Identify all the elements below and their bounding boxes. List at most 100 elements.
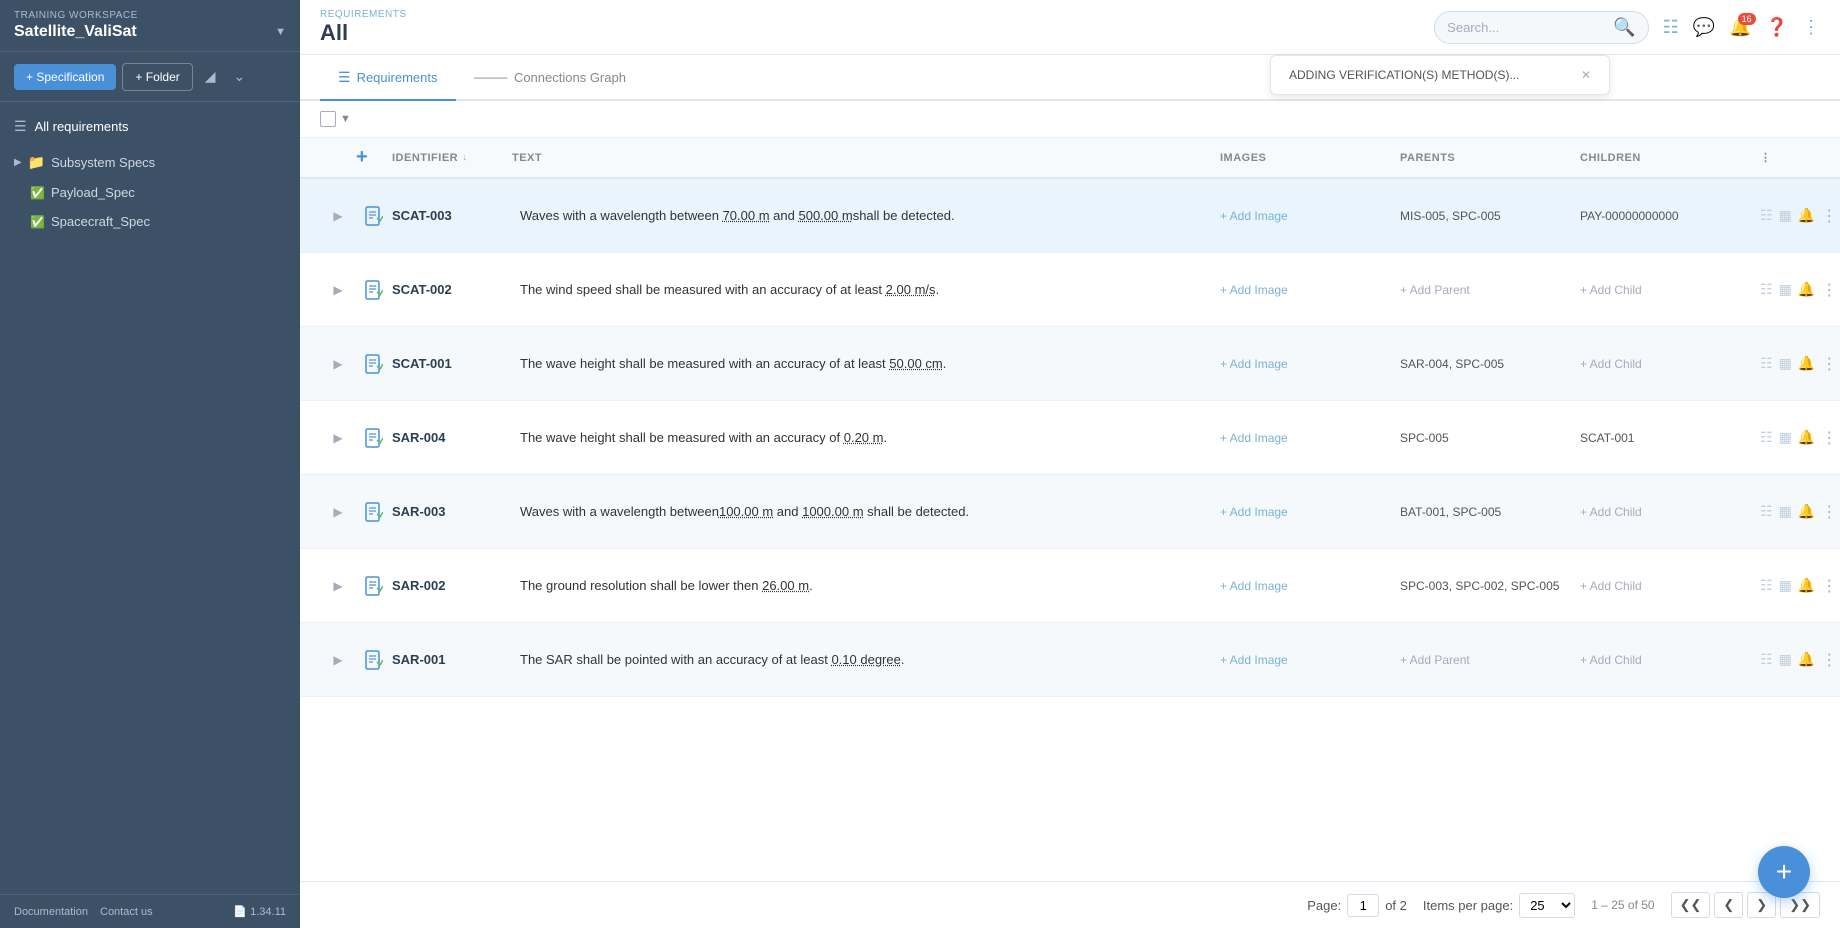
requirements-action-icon[interactable]: ☷ xyxy=(1760,577,1773,594)
requirements-action-icon[interactable]: ☷ xyxy=(1760,429,1773,446)
workspace-chevron-icon[interactable]: ▼ xyxy=(275,26,286,38)
menu-icon: ☰ xyxy=(14,118,27,135)
chat-icon[interactable]: 💬 xyxy=(1693,17,1715,38)
col-children-header: CHILDREN xyxy=(1580,152,1760,164)
sort-button[interactable]: ⌄ xyxy=(228,62,252,91)
more-action-icon[interactable]: ⋮ xyxy=(1821,206,1837,226)
filter-button[interactable]: ◢ xyxy=(199,62,222,91)
add-folder-button[interactable]: + Folder xyxy=(122,63,192,91)
row-images-scat003[interactable]: + Add Image xyxy=(1220,209,1400,223)
requirements-action-icon[interactable]: ☷ xyxy=(1760,355,1773,372)
row-images-scat002[interactable]: + Add Image xyxy=(1220,283,1400,297)
prev-page-button[interactable]: ❮ xyxy=(1714,892,1743,918)
row-images-sar001[interactable]: + Add Image xyxy=(1220,653,1400,667)
bell-action-icon[interactable]: 🔔 xyxy=(1798,207,1815,224)
row-images-scat001[interactable]: + Add Image xyxy=(1220,357,1400,371)
table-row: ▶ SAR-003 Waves with a wavelength betwee… xyxy=(300,475,1840,549)
sidebar-header: TRAINING WORKSPACE Satellite_ValiSat ▼ xyxy=(0,0,300,52)
search-input[interactable] xyxy=(1447,20,1607,35)
sort-identifier-icon[interactable]: ↓ xyxy=(462,152,468,163)
sidebar-item-payload-spec[interactable]: ✅ Payload_Spec xyxy=(0,178,300,207)
row-children-scat002[interactable]: + Add Child xyxy=(1580,283,1760,297)
connections-tab-icon: ⸻ xyxy=(474,67,508,87)
select-all-checkbox[interactable] xyxy=(320,111,336,127)
clone-action-icon[interactable]: ▦ xyxy=(1779,355,1792,372)
requirements-action-icon[interactable]: ☷ xyxy=(1760,281,1773,298)
row-children-sar001[interactable]: + Add Child xyxy=(1580,653,1760,667)
clone-action-icon[interactable]: ▦ xyxy=(1779,207,1792,224)
table-area: ▼ + IDENTIFIER ↓ TEXT IMAGES PARENTS CHI… xyxy=(300,101,1840,881)
clone-action-icon[interactable]: ▦ xyxy=(1779,281,1792,298)
column-options-icon[interactable]: ⋮ xyxy=(1760,152,1772,164)
more-action-icon[interactable]: ⋮ xyxy=(1821,650,1837,670)
sidebar-item-subsystem-specs[interactable]: ▶ 📁 Subsystem Specs xyxy=(0,147,300,178)
topbar: REQUIREMENTS All 🔍 ☷ 💬 🔔 16 ❓ ⋮ xyxy=(300,0,1840,55)
next-page-button[interactable]: ❯ xyxy=(1747,892,1776,918)
tab-connections-graph[interactable]: ⸻ Connections Graph xyxy=(456,55,644,101)
row-actions-scat002: ☷ ▦ 🔔 ⋮ xyxy=(1760,280,1820,300)
row-doc-icon-scat003 xyxy=(356,206,392,226)
add-row-icon[interactable]: + xyxy=(356,146,368,168)
row-text-sar002: The ground resolution shall be lower the… xyxy=(512,564,1220,608)
workspace-name: Satellite_ValiSat ▼ xyxy=(14,23,286,41)
row-expand-scat001[interactable]: ▶ xyxy=(320,357,356,371)
clone-action-icon[interactable]: ▦ xyxy=(1779,429,1792,446)
row-expand-scat002[interactable]: ▶ xyxy=(320,283,356,297)
requirements-action-icon[interactable]: ☷ xyxy=(1760,651,1773,668)
row-images-sar002[interactable]: + Add Image xyxy=(1220,579,1400,593)
per-page-select[interactable]: 25 50 100 xyxy=(1519,893,1575,918)
close-icon[interactable]: ✕ xyxy=(1581,68,1591,82)
checkbox-dropdown-icon[interactable]: ▼ xyxy=(340,113,351,125)
row-expand-sar003[interactable]: ▶ xyxy=(320,505,356,519)
first-page-button[interactable]: ❮❮ xyxy=(1671,892,1711,918)
row-id-sar004: SAR-004 xyxy=(392,430,512,445)
more-action-icon[interactable]: ⋮ xyxy=(1821,354,1837,374)
all-requirements-item[interactable]: ☰ All requirements xyxy=(0,110,300,143)
bell-action-icon[interactable]: 🔔 xyxy=(1798,355,1815,372)
row-expand-sar001[interactable]: ▶ xyxy=(320,653,356,667)
search-icon[interactable]: 🔍 xyxy=(1613,17,1635,38)
documentation-link[interactable]: Documentation xyxy=(14,906,88,918)
more-action-icon[interactable]: ⋮ xyxy=(1821,502,1837,522)
more-action-icon[interactable]: ⋮ xyxy=(1821,280,1837,300)
clone-action-icon[interactable]: ▦ xyxy=(1779,577,1792,594)
more-action-icon[interactable]: ⋮ xyxy=(1821,576,1837,596)
sidebar-nav: ☰ All requirements ▶ 📁 Subsystem Specs ✅… xyxy=(0,102,300,248)
bell-action-icon[interactable]: 🔔 xyxy=(1798,577,1815,594)
requirements-action-icon[interactable]: ☷ xyxy=(1760,503,1773,520)
row-images-sar003[interactable]: + Add Image xyxy=(1220,505,1400,519)
bell-action-icon[interactable]: 🔔 xyxy=(1798,429,1815,446)
sidebar-item-spacecraft-spec[interactable]: ✅ Spacecraft_Spec xyxy=(0,207,300,236)
row-parents-scat002[interactable]: + Add Parent xyxy=(1400,283,1580,297)
row-expand-scat003[interactable]: ▶ xyxy=(320,209,356,223)
bell-action-icon[interactable]: 🔔 xyxy=(1798,281,1815,298)
bell-action-icon[interactable]: 🔔 xyxy=(1798,651,1815,668)
contact-us-link[interactable]: Contact us xyxy=(100,906,153,918)
more-action-icon[interactable]: ⋮ xyxy=(1821,428,1837,448)
clone-action-icon[interactable]: ▦ xyxy=(1779,503,1792,520)
tab-requirements[interactable]: ☰ Requirements xyxy=(320,55,456,101)
row-expand-sar002[interactable]: ▶ xyxy=(320,579,356,593)
notifications-icon[interactable]: 🔔 16 xyxy=(1729,17,1751,38)
row-id-sar001: SAR-001 xyxy=(392,652,512,667)
row-id-scat001: SCAT-001 xyxy=(392,356,512,371)
row-id-sar002: SAR-002 xyxy=(392,578,512,593)
clone-action-icon[interactable]: ▦ xyxy=(1779,651,1792,668)
row-children-sar002[interactable]: + Add Child xyxy=(1580,579,1760,593)
requirements-action-icon[interactable]: ☷ xyxy=(1760,207,1773,224)
file-icon: 📄 xyxy=(233,906,247,918)
row-actions-sar004: ☷ ▦ 🔔 ⋮ xyxy=(1760,428,1820,448)
page-number-input[interactable] xyxy=(1347,894,1379,917)
add-specification-button[interactable]: + Specification xyxy=(14,64,116,90)
row-images-sar004[interactable]: + Add Image xyxy=(1220,431,1400,445)
row-children-sar003[interactable]: + Add Child xyxy=(1580,505,1760,519)
fab-add-button[interactable]: + xyxy=(1758,846,1810,898)
bell-action-icon[interactable]: 🔔 xyxy=(1798,503,1815,520)
row-expand-sar004[interactable]: ▶ xyxy=(320,431,356,445)
help-icon[interactable]: ❓ xyxy=(1766,17,1788,38)
list-icon[interactable]: ☷ xyxy=(1663,17,1679,38)
row-children-scat001[interactable]: + Add Child xyxy=(1580,357,1760,371)
more-options-icon[interactable]: ⋮ xyxy=(1802,17,1820,38)
row-parents-sar001[interactable]: + Add Parent xyxy=(1400,653,1580,667)
page-label: Page: xyxy=(1307,898,1341,913)
